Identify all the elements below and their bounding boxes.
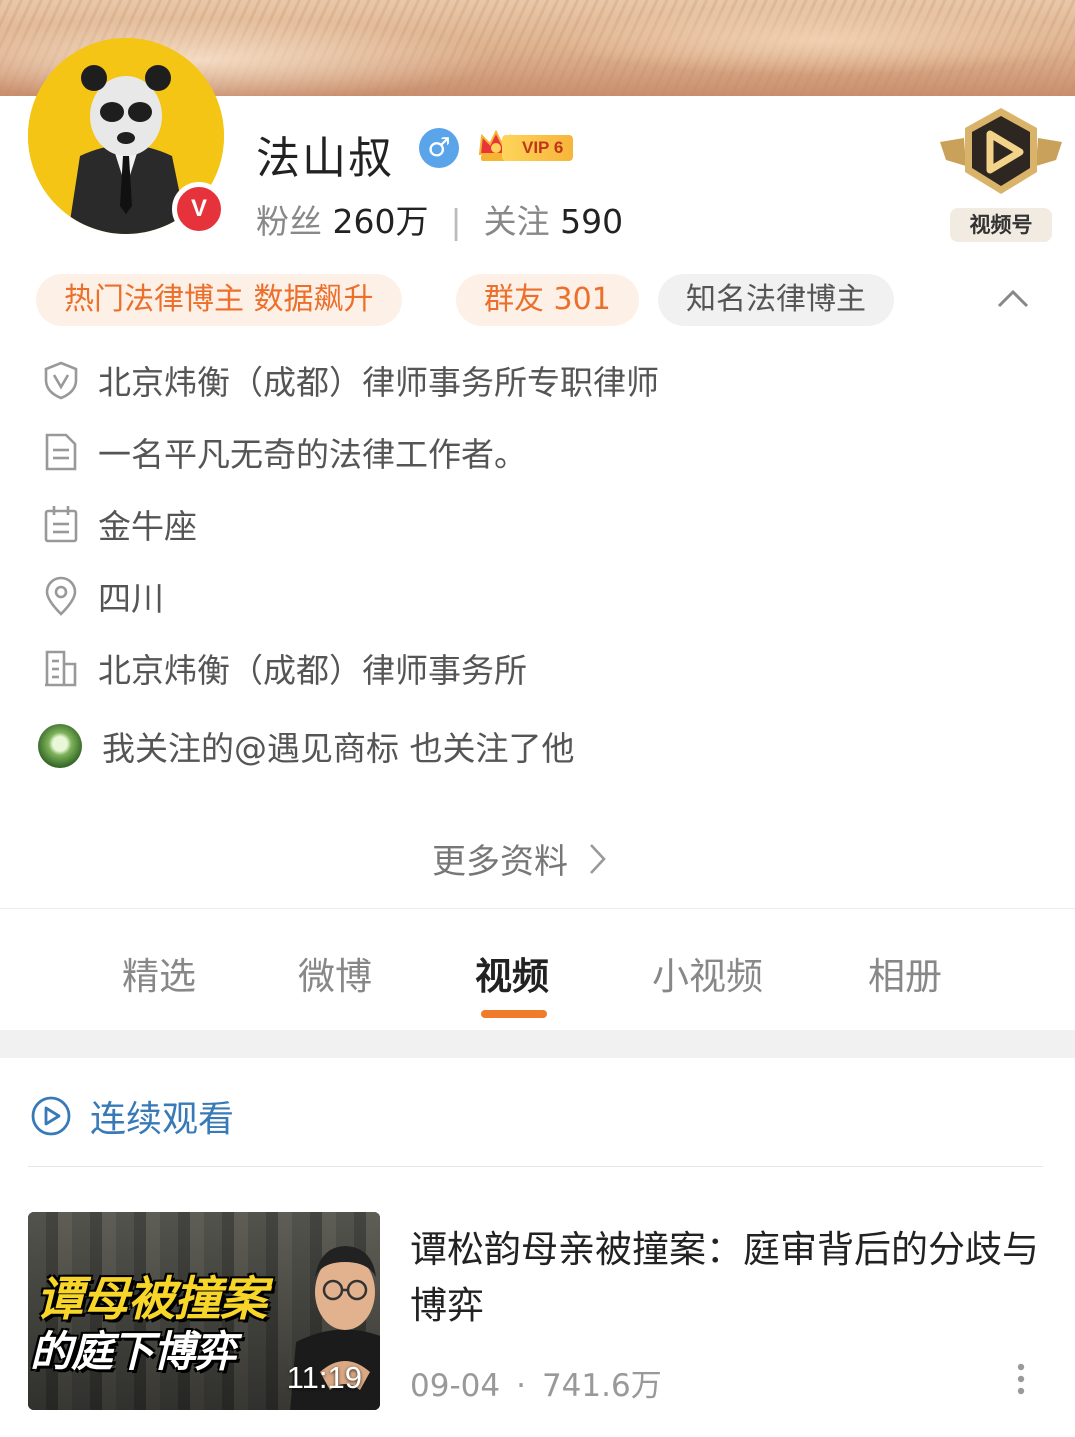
bio-text: 一名平凡无奇的法律工作者。 [98, 435, 527, 474]
tag-known-legal-blogger[interactable]: 知名法律博主 [658, 274, 894, 326]
document-icon [45, 433, 77, 471]
verified-mark: V [190, 195, 207, 222]
video-duration: 11:19 [286, 1360, 362, 1395]
info-row-location: 四川 [42, 574, 164, 618]
building-icon [45, 650, 77, 687]
following-count: 590 [560, 202, 624, 241]
section-gap [0, 1030, 1075, 1058]
tag-group-friends[interactable]: 群友 301 [456, 274, 639, 326]
more-info-label: 更多资料 [432, 842, 568, 882]
location-pin-icon [45, 576, 77, 616]
gender-symbol: ♂ [427, 133, 451, 163]
tab-short-video[interactable]: 小视频 [652, 946, 763, 1000]
mutual-follow-text: 我关注的@遇见商标 也关注了他 [102, 729, 575, 768]
meta-dot: · [516, 1368, 526, 1404]
info-row-verification: 北京炜衡（成都）律师事务所专职律师 [42, 358, 659, 402]
verification-text: 北京炜衡（成都）律师事务所专职律师 [98, 363, 659, 402]
tab-video[interactable]: 视频 [475, 946, 549, 1000]
male-gender-icon: ♂ [419, 128, 459, 168]
profile-stats: 粉丝 260万 | 关注 590 [256, 195, 623, 243]
list-divider [28, 1166, 1043, 1167]
info-row-zodiac: 金牛座 [42, 502, 197, 546]
more-options-icon[interactable] [1010, 1362, 1032, 1396]
video-date: 09-04 [410, 1368, 501, 1404]
video-thumbnail[interactable]: 谭母被撞案 的庭下博弈 11:19 [28, 1212, 380, 1410]
tag-hot-legal-blogger[interactable]: 热门法律博主 数据飙升 [36, 274, 402, 326]
profile-name: 法山叔 [256, 133, 394, 184]
video-views: 741.6万 [541, 1368, 662, 1404]
fans-count: 260万 [332, 202, 429, 241]
profile-tab-bar: 精选 微博 视频 小视频 相册 [0, 910, 1075, 1030]
tab-weibo[interactable]: 微博 [298, 946, 372, 1000]
following-stat[interactable]: 关注 590 [484, 202, 624, 241]
tab-featured[interactable]: 精选 [122, 946, 196, 1000]
video-channel-badge[interactable]: 视频号 [936, 104, 1066, 244]
company-text: 北京炜衡（成都）律师事务所 [98, 651, 527, 690]
tab-album[interactable]: 相册 [868, 946, 942, 1000]
continue-watching-button[interactable]: 连续观看 [30, 1090, 234, 1142]
continue-watching-label: 连续观看 [90, 1099, 235, 1140]
video-title[interactable]: 谭松韵母亲被撞案：庭审背后的分歧与博弈 [410, 1222, 1040, 1334]
play-circle-icon [31, 1096, 71, 1136]
calendar-icon [44, 506, 78, 543]
info-row-bio: 一名平凡无奇的法律工作者。 [42, 430, 527, 474]
thumbnail-title-line2: 的庭下博弈 [30, 1327, 236, 1376]
zodiac-text: 金牛座 [98, 507, 197, 546]
stats-separator: | [450, 202, 462, 241]
active-tab-indicator [481, 1010, 547, 1018]
following-label: 关注 [483, 202, 550, 241]
location-text: 四川 [98, 579, 164, 618]
info-row-company: 北京炜衡（成都）律师事务所 [42, 646, 527, 690]
more-info-link[interactable]: 更多资料 [432, 834, 608, 883]
verified-v-badge: V [172, 182, 226, 236]
vip-level-badge[interactable]: VIP 6 [476, 126, 576, 168]
fans-label: 粉丝 [256, 202, 322, 241]
fans-stat[interactable]: 粉丝 260万 [256, 202, 429, 241]
vip-label: VIP 6 [502, 135, 574, 161]
video-channel-label: 视频号 [950, 208, 1052, 242]
chevron-up-icon[interactable] [996, 284, 1030, 314]
section-divider [0, 908, 1075, 909]
video-meta: 09-04 · 741.6万 [410, 1360, 662, 1405]
chevron-right-icon [590, 843, 606, 874]
info-row-mutual-follow[interactable]: 我关注的@遇见商标 也关注了他 [38, 724, 575, 768]
mutual-follower-avatar[interactable] [38, 724, 82, 768]
shield-v-icon [44, 361, 78, 400]
video-channel-icon [940, 108, 1062, 194]
